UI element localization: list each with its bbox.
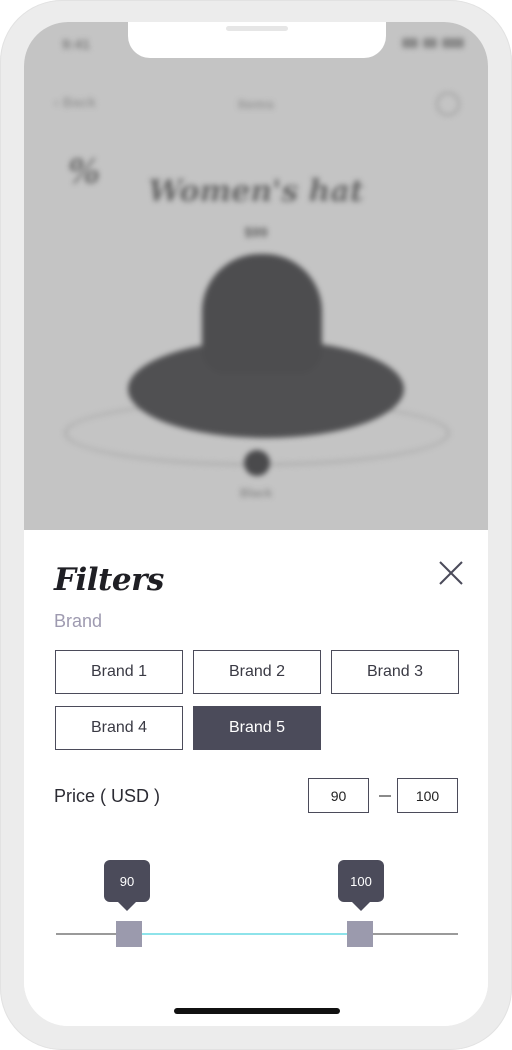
price-section-label: Price ( USD ) [54, 786, 161, 806]
notch [128, 22, 386, 58]
brand-option-3[interactable]: Brand 3 [331, 650, 459, 694]
product-price: $99 [244, 224, 268, 240]
filter-sheet: Filters Brand Brand 1 Brand 2 Brand 3 Br… [24, 530, 488, 1026]
search-icon[interactable] [436, 92, 460, 116]
blurred-content: 9:41 ‹ Back Items % Women's hat $99 Blac… [24, 22, 488, 530]
price-min-field[interactable]: 90 [308, 778, 369, 813]
status-time: 9:41 [62, 36, 91, 52]
product-page-backdrop: 9:41 ‹ Back Items % Women's hat $99 Blac… [24, 22, 488, 530]
home-indicator [174, 1008, 340, 1014]
signal-icon [402, 38, 418, 48]
slider-high-handle[interactable] [347, 921, 373, 947]
slider-low-tooltip: 90 [104, 860, 150, 911]
brand-option-5[interactable]: Brand 5 [193, 706, 321, 750]
price-max-field[interactable]: 100 [397, 778, 458, 813]
product-title: Women's hat [148, 174, 364, 209]
nav-title: Items [237, 96, 275, 112]
hat-crown [202, 254, 322, 374]
screen: 9:41 ‹ Back Items % Women's hat $99 Blac… [24, 22, 488, 1026]
wifi-icon [423, 38, 437, 48]
sheet-title: Filters [54, 562, 164, 598]
price-range-separator [379, 795, 391, 797]
status-icons [402, 38, 464, 48]
color-swatch[interactable] [244, 450, 270, 476]
brand-section-label: Brand [54, 611, 103, 631]
color-label: Black [239, 486, 273, 500]
phone-frame: 9:41 ‹ Back Items % Women's hat $99 Blac… [0, 0, 512, 1050]
brand-option-4[interactable]: Brand 4 [55, 706, 183, 750]
slider-low-handle[interactable] [116, 921, 142, 947]
brand-option-1[interactable]: Brand 1 [55, 650, 183, 694]
brand-option-2[interactable]: Brand 2 [193, 650, 321, 694]
battery-icon [442, 38, 464, 48]
slider-high-tooltip: 100 [338, 860, 384, 911]
speaker [226, 26, 288, 31]
slider-selected-range [130, 933, 360, 935]
close-button[interactable] [432, 554, 472, 594]
close-icon [439, 561, 463, 585]
